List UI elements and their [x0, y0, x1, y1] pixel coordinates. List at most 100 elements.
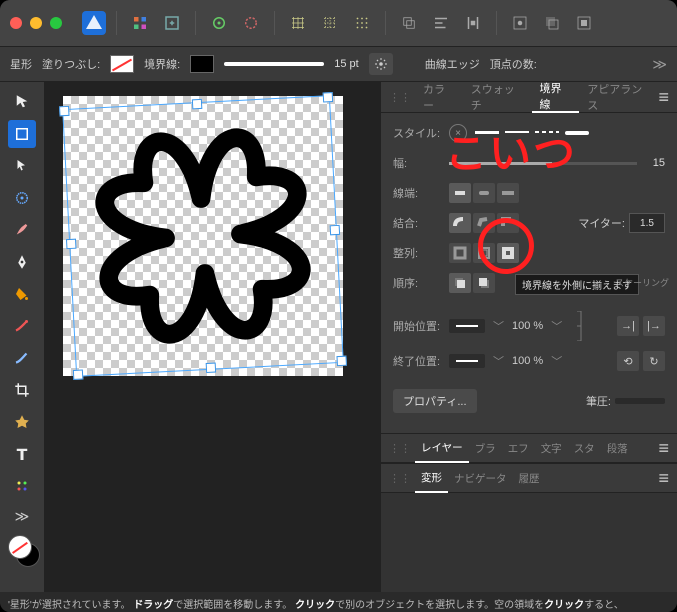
grid-c-icon[interactable]: [349, 10, 375, 36]
style-dash-icon[interactable]: [535, 131, 559, 133]
fill-color-icon[interactable]: [8, 535, 32, 559]
stroke-width-value[interactable]: 15 pt: [334, 58, 358, 70]
tab-swatch[interactable]: スウォッチ: [463, 82, 532, 112]
tab-navigator[interactable]: ナビゲータ: [448, 464, 513, 492]
miter-input[interactable]: [629, 213, 665, 233]
cap-butt-icon[interactable]: [449, 183, 471, 203]
properties-button[interactable]: プロパティ...: [393, 389, 477, 413]
panel-menu-icon[interactable]: ≡: [658, 468, 669, 489]
handle-mid-left[interactable]: [66, 239, 77, 250]
align-inside-icon[interactable]: [473, 243, 495, 263]
panel-grip-icon[interactable]: ⋮⋮: [389, 442, 411, 455]
pen-tool[interactable]: [8, 248, 36, 276]
style-solid-icon[interactable]: [475, 131, 499, 134]
tab-color[interactable]: カラー: [415, 82, 463, 112]
tools-more-icon[interactable]: ≫: [15, 508, 30, 525]
shape-tool[interactable]: [8, 408, 36, 436]
tab-effects[interactable]: エフ: [502, 434, 535, 462]
order-front-icon[interactable]: [473, 273, 495, 293]
tab-stroke[interactable]: 境界線: [532, 81, 580, 113]
persona-pixel-icon[interactable]: [127, 10, 153, 36]
style-presets[interactable]: [475, 131, 589, 135]
contextbar-more-icon[interactable]: ≫: [652, 56, 667, 73]
handle-bottom-left[interactable]: [73, 369, 84, 380]
stroke-width-slider[interactable]: [224, 62, 324, 66]
color-swatches[interactable]: [8, 535, 36, 563]
handle-top-right[interactable]: [323, 92, 334, 103]
place-arrow-end-icon[interactable]: →|: [617, 316, 639, 336]
width-value[interactable]: 15: [645, 157, 665, 169]
panel-menu-icon[interactable]: ≡: [658, 87, 669, 108]
start-pct-chevron-icon[interactable]: ﹀: [551, 318, 562, 334]
reset-arrows-icon[interactable]: ↻: [643, 351, 665, 371]
swap-arrows-icon[interactable]: ⟲: [617, 351, 639, 371]
tab-brush[interactable]: ブラ: [469, 434, 502, 462]
join-bevel-icon[interactable]: [473, 213, 495, 233]
tab-text[interactable]: 文字: [535, 434, 568, 462]
handle-top-left[interactable]: [59, 106, 70, 117]
close-window-icon[interactable]: [10, 17, 22, 29]
tab-paragraph[interactable]: 段落: [601, 434, 634, 462]
end-arrow-select[interactable]: [449, 354, 485, 368]
zoom-window-icon[interactable]: [50, 17, 62, 29]
grid-a-icon[interactable]: [285, 10, 311, 36]
artboard[interactable]: [63, 96, 343, 376]
transparency-tool[interactable]: [8, 312, 36, 340]
join-round-icon[interactable]: [449, 213, 471, 233]
start-arrow-select[interactable]: [449, 319, 485, 333]
handle-mid-right[interactable]: [330, 225, 341, 236]
corner-tool[interactable]: [8, 184, 36, 212]
text-tool[interactable]: [8, 440, 36, 468]
handle-top-mid[interactable]: [192, 99, 203, 110]
move-tool[interactable]: [8, 88, 36, 116]
node-tool[interactable]: [8, 152, 36, 180]
distribute-icon[interactable]: [460, 10, 486, 36]
cap-round-icon[interactable]: [473, 183, 495, 203]
minimize-window-icon[interactable]: [30, 17, 42, 29]
style-thin-icon[interactable]: [505, 131, 529, 133]
start-arrow-chevron-icon[interactable]: ﹀: [493, 318, 504, 334]
insert-inside-icon[interactable]: [571, 10, 597, 36]
fill-tool[interactable]: [8, 280, 36, 308]
align-center-icon[interactable]: [449, 243, 471, 263]
selection-box[interactable]: [62, 95, 344, 377]
cap-square-icon[interactable]: [497, 183, 519, 203]
fill-swatch[interactable]: [110, 55, 134, 73]
order-behind-icon[interactable]: [449, 273, 471, 293]
persona-export-icon[interactable]: [159, 10, 185, 36]
pen-pressure-profile[interactable]: [615, 398, 665, 404]
handle-bottom-mid[interactable]: [206, 363, 217, 374]
start-pct[interactable]: 100 %: [512, 320, 543, 332]
style-brush-icon[interactable]: [565, 131, 589, 135]
color-picker-tool[interactable]: [8, 472, 36, 500]
tab-appearance[interactable]: アピアランス: [579, 82, 658, 112]
crop-tool[interactable]: [8, 376, 36, 404]
view-mode-icon[interactable]: [206, 10, 232, 36]
join-miter-icon[interactable]: [497, 213, 519, 233]
tab-transform[interactable]: 変形: [415, 463, 448, 493]
pencil-tool[interactable]: [8, 216, 36, 244]
align-outside-icon[interactable]: [497, 243, 519, 263]
style-none-icon[interactable]: ×: [449, 124, 467, 142]
tab-layer[interactable]: レイヤー: [415, 433, 469, 463]
canvas-area[interactable]: [45, 82, 380, 592]
panel-grip-icon[interactable]: ⋮⋮: [389, 472, 411, 485]
handle-bottom-right[interactable]: [336, 356, 347, 367]
place-arrow-start-icon[interactable]: |→: [643, 316, 665, 336]
artboard-tool[interactable]: [8, 120, 36, 148]
end-pct-chevron-icon[interactable]: ﹀: [551, 353, 562, 369]
align-icon[interactable]: [428, 10, 454, 36]
snapping-icon[interactable]: [238, 10, 264, 36]
arrange-icon[interactable]: [396, 10, 422, 36]
tab-history[interactable]: 履歴: [513, 464, 546, 492]
insert-behind-icon[interactable]: [539, 10, 565, 36]
curve-edge-label[interactable]: 曲線エッジ: [425, 56, 480, 72]
stroke-swatch[interactable]: [190, 55, 214, 73]
grid-b-icon[interactable]: [317, 10, 343, 36]
end-pct[interactable]: 100 %: [512, 355, 543, 367]
end-arrow-chevron-icon[interactable]: ﹀: [493, 353, 504, 369]
width-slider[interactable]: [449, 162, 637, 165]
tab-style[interactable]: スタ: [568, 434, 601, 462]
stroke-options-button[interactable]: [369, 53, 393, 75]
insert-target-icon[interactable]: [507, 10, 533, 36]
